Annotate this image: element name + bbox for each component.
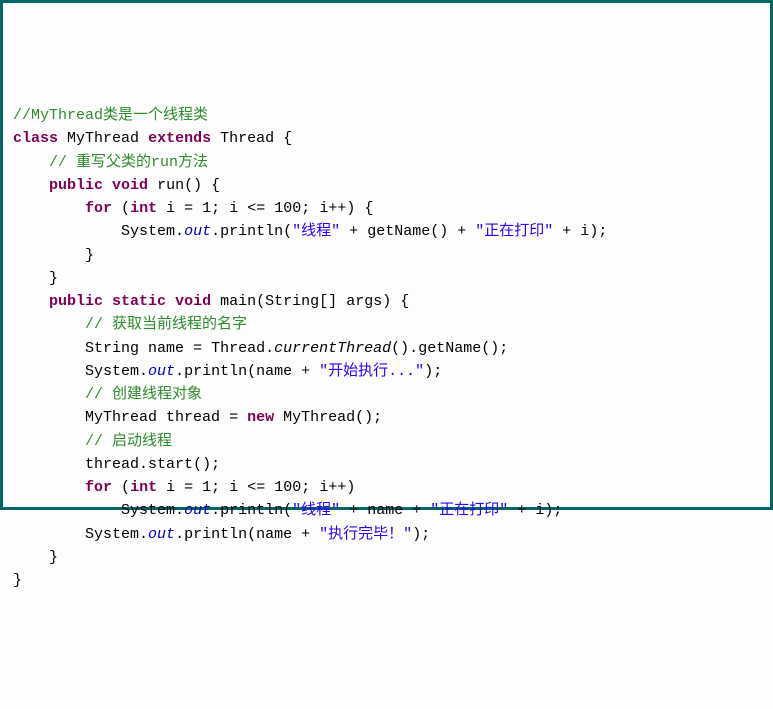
comment-line: // 创建线程对象 (85, 386, 202, 403)
field-out: out (184, 223, 211, 240)
class-system: System (85, 363, 139, 380)
method-getname: getName (367, 223, 430, 240)
comment-line: // 获取当前线程的名字 (85, 316, 247, 333)
string-printing: "正在打印" (475, 223, 553, 240)
var-i: i (580, 223, 589, 240)
var-name: name (148, 340, 184, 357)
code-block: //MyThread类是一个线程类 class MyThread extends… (13, 104, 760, 592)
keyword-int: int (130, 200, 157, 217)
keyword-void: void (112, 177, 148, 194)
comment-line: // 启动线程 (85, 433, 172, 450)
string-thread: "线程" (292, 502, 340, 519)
method-println: println (220, 223, 283, 240)
field-out: out (148, 363, 175, 380)
class-mythread: MyThread (283, 409, 355, 426)
class-name: MyThread (67, 130, 139, 147)
var-name: name (256, 363, 292, 380)
method-println: println (184, 526, 247, 543)
method-currentthread: currentThread (274, 340, 391, 357)
keyword-for: for (85, 479, 112, 496)
string-start: "开始执行..." (319, 363, 424, 380)
var-i: i (319, 200, 328, 217)
class-system: System (85, 526, 139, 543)
type-string: String (265, 293, 319, 310)
keyword-public: public (49, 293, 103, 310)
var-i: i (229, 479, 238, 496)
field-out: out (148, 526, 175, 543)
type-string: String (85, 340, 139, 357)
method-println: println (220, 502, 283, 519)
keyword-public: public (49, 177, 103, 194)
keyword-static: static (112, 293, 166, 310)
var-i: i (319, 479, 328, 496)
field-out: out (184, 502, 211, 519)
var-i: i (166, 200, 175, 217)
comment-line: //MyThread类是一个线程类 (13, 107, 208, 124)
var-thread: thread (166, 409, 220, 426)
keyword-int: int (130, 479, 157, 496)
var-i: i (535, 502, 544, 519)
string-printing: "正在打印" (430, 502, 508, 519)
keyword-for: for (85, 200, 112, 217)
string-done: "执行完毕！" (319, 526, 412, 543)
literal-100: 100 (274, 200, 301, 217)
literal-100: 100 (274, 479, 301, 496)
keyword-extends: extends (148, 130, 211, 147)
literal-1: 1 (202, 479, 211, 496)
method-println: println (184, 363, 247, 380)
class-system: System (121, 223, 175, 240)
var-name: name (367, 502, 403, 519)
var-thread: thread (85, 456, 139, 473)
keyword-class: class (13, 130, 58, 147)
method-start: start (148, 456, 193, 473)
literal-1: 1 (202, 200, 211, 217)
var-i: i (229, 200, 238, 217)
class-mythread: MyThread (85, 409, 157, 426)
class-thread: Thread (211, 340, 265, 357)
method-main: main (220, 293, 256, 310)
superclass-name: Thread (220, 130, 274, 147)
keyword-new: new (247, 409, 274, 426)
class-system: System (121, 502, 175, 519)
var-name: name (256, 526, 292, 543)
param-args: args (346, 293, 382, 310)
string-thread: "线程" (292, 223, 340, 240)
comment-line: // 重写父类的run方法 (49, 154, 208, 171)
keyword-void: void (175, 293, 211, 310)
method-getname: getName (418, 340, 481, 357)
var-i: i (166, 479, 175, 496)
method-run: run (157, 177, 184, 194)
